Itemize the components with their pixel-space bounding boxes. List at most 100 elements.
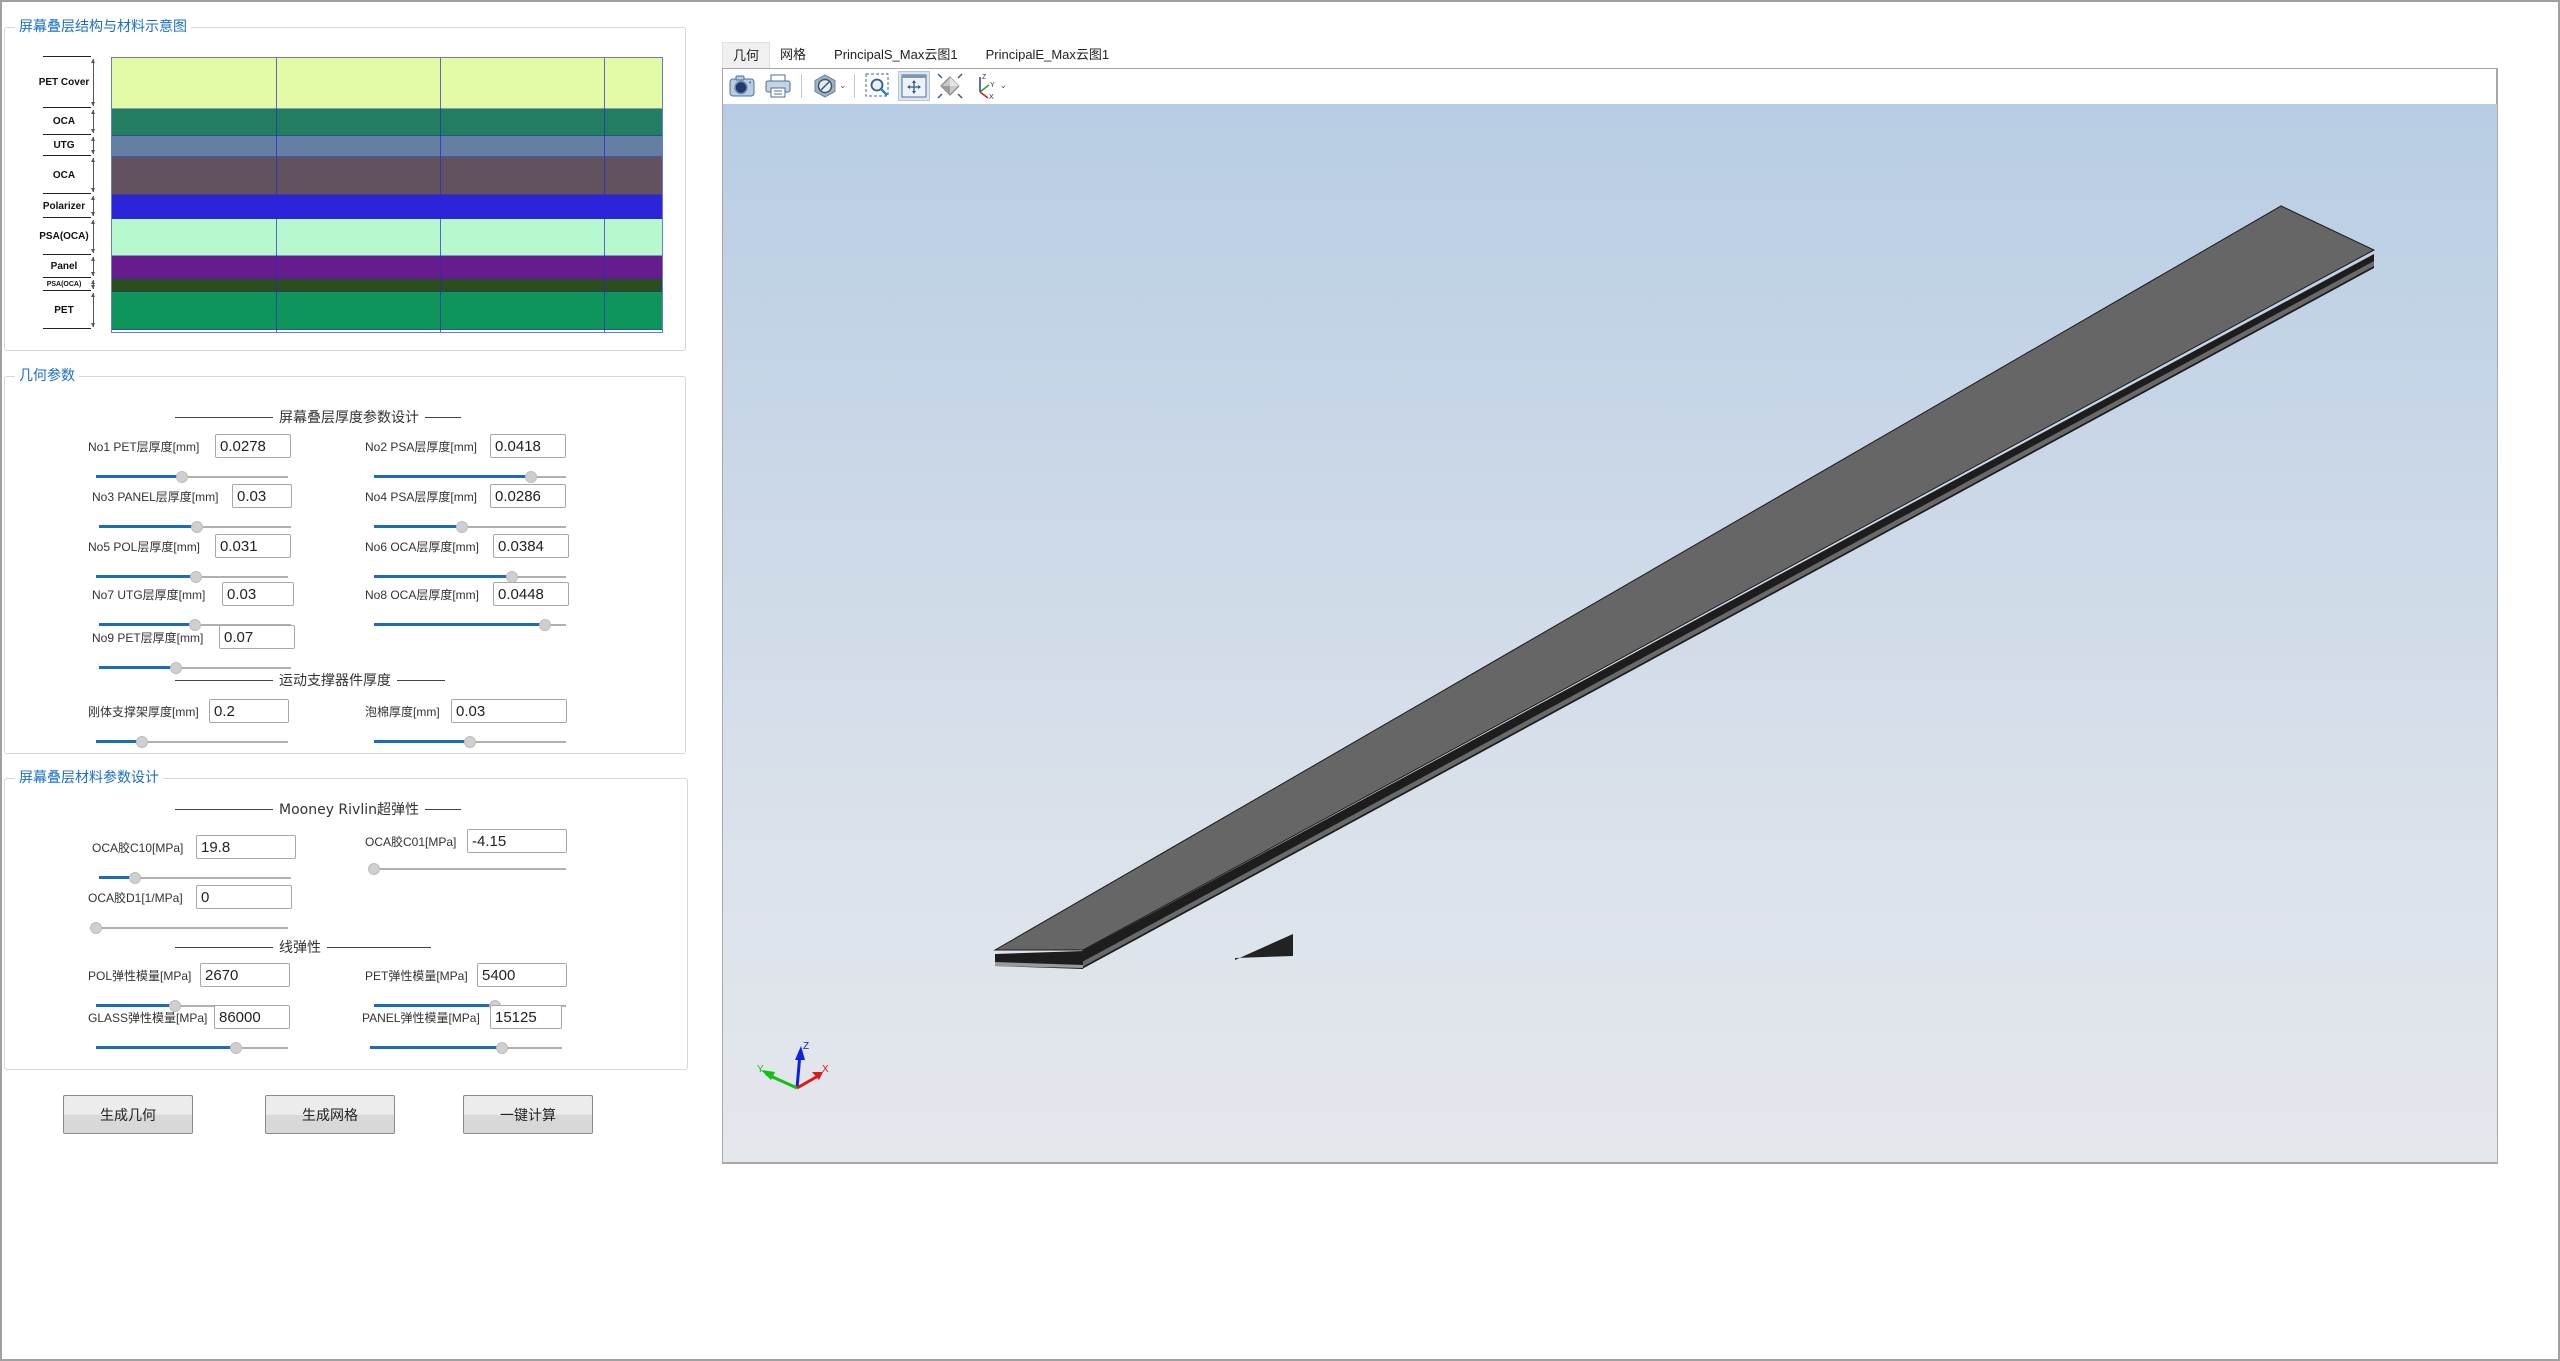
param-label: OCA胶D1[1/MPa] bbox=[88, 891, 183, 905]
viewer-tab[interactable]: PrincipalE_Max云图1 bbox=[968, 42, 1120, 68]
linear-elastic-header: 线弹性 bbox=[175, 937, 431, 957]
layer-label: UTG bbox=[35, 134, 109, 156]
param-slider[interactable] bbox=[374, 471, 566, 483]
slider-fill bbox=[374, 1004, 495, 1007]
stack-model-render: Z Y X bbox=[757, 205, 2376, 1090]
param-input[interactable] bbox=[490, 1005, 562, 1029]
axes-orientation-button[interactable]: Z Y X bbox=[970, 71, 1002, 101]
print-button[interactable] bbox=[762, 71, 794, 101]
toolbar-separator bbox=[801, 74, 802, 98]
param-input[interactable] bbox=[477, 963, 567, 987]
param-slider[interactable] bbox=[370, 1042, 562, 1054]
mooney-rivlin-header: Mooney Rivlin超弹性 bbox=[175, 799, 461, 819]
generate-mesh-button[interactable]: 生成网格 bbox=[265, 1095, 395, 1134]
layer-label-text: PET Cover bbox=[38, 77, 90, 88]
param-input[interactable] bbox=[232, 484, 292, 508]
display-style-button[interactable] bbox=[809, 71, 841, 101]
layer-band bbox=[112, 292, 662, 330]
param-label: PANEL弹性模量[MPa] bbox=[362, 1011, 480, 1025]
layer-band bbox=[112, 256, 662, 279]
param-slider[interactable] bbox=[99, 872, 291, 884]
model-support-step bbox=[1235, 934, 1293, 960]
slider-fill bbox=[96, 1004, 175, 1007]
param-input[interactable] bbox=[209, 699, 289, 723]
param-label: 刚体支撑架厚度[mm] bbox=[88, 705, 199, 719]
param-slider[interactable] bbox=[96, 1042, 288, 1054]
axes-orientation-icon: Z Y X bbox=[978, 74, 995, 100]
axis-triad: Z Y X bbox=[757, 1041, 829, 1090]
param-label: No5 POL层厚度[mm] bbox=[88, 540, 201, 554]
param-input[interactable] bbox=[493, 582, 569, 606]
iso-view-icon bbox=[937, 73, 963, 99]
layer-label-text: PSA(OCA) bbox=[46, 281, 82, 288]
viewer-tab[interactable]: 几何 bbox=[722, 42, 771, 68]
slider-thumb[interactable] bbox=[90, 922, 102, 934]
param-input[interactable] bbox=[222, 582, 294, 606]
3d-viewport[interactable]: Z Y X bbox=[723, 104, 2497, 1162]
param-slider[interactable] bbox=[99, 521, 291, 533]
slider-thumb[interactable] bbox=[190, 521, 203, 533]
print-icon bbox=[765, 74, 791, 98]
slider-fill bbox=[374, 740, 470, 743]
layer-label: PET Cover bbox=[35, 56, 109, 108]
layer-band bbox=[112, 109, 662, 136]
toolbar-separator bbox=[853, 74, 855, 98]
slider-fill bbox=[96, 1046, 237, 1049]
slider-thumb[interactable] bbox=[456, 521, 469, 533]
grid-line bbox=[604, 58, 605, 332]
zoom-box-button[interactable] bbox=[862, 71, 894, 101]
param-input[interactable] bbox=[215, 434, 291, 458]
slider-thumb[interactable] bbox=[464, 736, 476, 748]
param-input[interactable] bbox=[196, 835, 296, 859]
slider-thumb[interactable] bbox=[525, 471, 538, 483]
param-input[interactable] bbox=[490, 484, 566, 508]
one-click-compute-button[interactable]: 一键计算 bbox=[463, 1095, 593, 1134]
slider-thumb[interactable] bbox=[176, 471, 189, 483]
generate-geometry-button[interactable]: 生成几何 bbox=[63, 1095, 193, 1134]
material-params-group: 屏幕叠层材料参数设计 Mooney Rivlin超弹性 OCA胶C10[MPa]… bbox=[4, 769, 688, 1070]
viewer-tab[interactable]: 网格 bbox=[770, 42, 816, 68]
param-input[interactable] bbox=[451, 699, 567, 723]
zoom-box-icon bbox=[865, 73, 889, 97]
screenshot-button[interactable] bbox=[726, 71, 758, 101]
slider-thumb[interactable] bbox=[129, 872, 142, 884]
param-slider[interactable] bbox=[96, 736, 288, 748]
slider-thumb[interactable] bbox=[368, 863, 380, 875]
iso-view-button[interactable] bbox=[934, 71, 966, 101]
layer-label-text: PET bbox=[54, 304, 74, 316]
viewer-tab[interactable]: PrincipalS_Max云图1 bbox=[816, 42, 968, 68]
display-style-dropdown-icon[interactable]: ⌄ bbox=[839, 81, 847, 91]
slider-thumb[interactable] bbox=[189, 571, 202, 583]
material-params-title: 屏幕叠层材料参数设计 bbox=[15, 769, 163, 787]
param-label: No4 PSA层厚度[mm] bbox=[365, 490, 478, 504]
param-slider[interactable] bbox=[374, 619, 566, 631]
param-label: OCA胶C10[MPa] bbox=[92, 841, 184, 855]
axes-orientation-dropdown-icon[interactable]: ⌄ bbox=[1000, 81, 1008, 91]
layer-band bbox=[112, 279, 662, 292]
layer-label: OCA bbox=[35, 107, 109, 135]
param-input[interactable] bbox=[493, 534, 569, 558]
slider-thumb[interactable] bbox=[538, 619, 551, 631]
param-slider[interactable] bbox=[374, 736, 566, 748]
slider-thumb[interactable] bbox=[230, 1042, 243, 1054]
param-slider[interactable] bbox=[90, 922, 288, 934]
slider-thumb[interactable] bbox=[136, 736, 149, 748]
slider-thumb[interactable] bbox=[496, 1042, 509, 1054]
fit-view-button[interactable] bbox=[897, 71, 930, 101]
param-slider[interactable] bbox=[368, 863, 566, 875]
dimension-arrow-icon bbox=[91, 196, 95, 216]
dimension-arrow-icon bbox=[91, 280, 95, 289]
layer-label: Polarizer bbox=[35, 193, 109, 218]
param-slider[interactable] bbox=[374, 521, 566, 533]
param-input[interactable] bbox=[490, 434, 566, 458]
param-label: No2 PSA层厚度[mm] bbox=[365, 440, 478, 454]
param-input[interactable] bbox=[214, 1005, 290, 1029]
param-input[interactable] bbox=[219, 625, 295, 649]
param-input[interactable] bbox=[215, 534, 291, 558]
param-input[interactable] bbox=[467, 829, 567, 853]
param-input[interactable] bbox=[200, 963, 290, 987]
param-input[interactable] bbox=[196, 885, 292, 909]
param-slider[interactable] bbox=[96, 471, 288, 483]
param-label: POL弹性模量[MPa] bbox=[88, 969, 192, 983]
slider-fill bbox=[99, 623, 195, 626]
